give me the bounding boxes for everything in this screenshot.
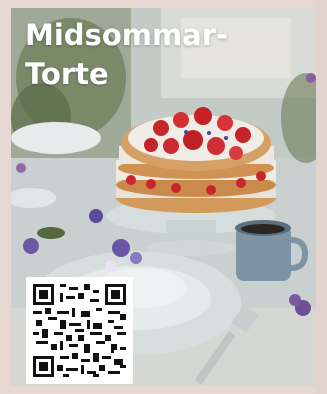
qr-code[interactable] xyxy=(26,277,133,384)
qr-code-icon xyxy=(33,284,126,377)
recipe-card[interactable]: Midsommar- Torte xyxy=(11,8,316,386)
recipe-title: Midsommar- Torte xyxy=(25,18,229,91)
page-edge xyxy=(316,0,327,394)
